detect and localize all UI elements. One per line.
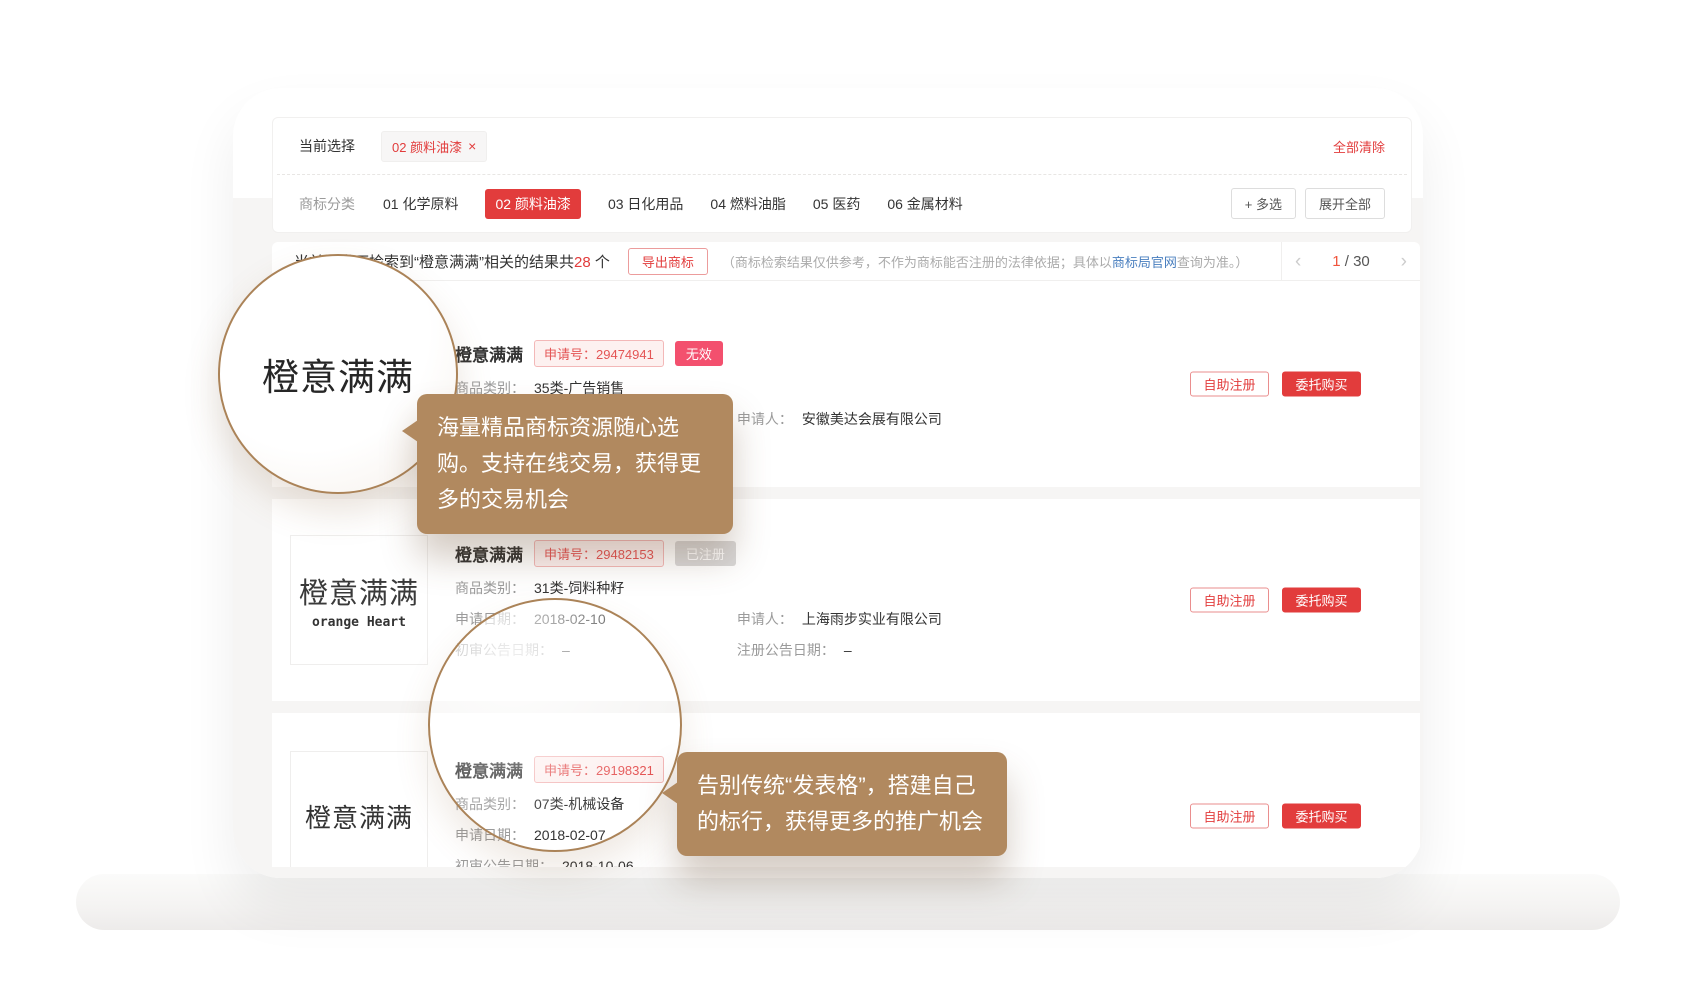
trademark-image-2[interactable]: 橙意满满 orange Heart [290,535,428,665]
current-selection-row: 当前选择 02 颜料油漆 × 全部清除 [273,118,1411,174]
selected-filter-tag[interactable]: 02 颜料油漆 × [381,131,487,162]
current-selection-label: 当前选择 [299,136,355,156]
field-label: 初审公告日期： [455,858,553,867]
disclaimer-text-post: 查询为准。） [1177,255,1249,270]
page: 当前选择 02 颜料油漆 × 全部清除 商标分类 01 化学原料 02 颜料油漆… [0,0,1696,1002]
trademark-image-text: 橙意满满 [299,570,419,612]
trademark-name: 橙意满满 [455,541,523,566]
category-item-03[interactable]: 03 日化用品 [608,194,683,214]
category-item-04[interactable]: 04 燃料油脂 [710,194,785,214]
row-actions-2: 自助注册 委托购买 [1190,588,1361,613]
field-label: 注册公告日期： [737,642,835,658]
application-number-label: 申请号： [544,347,596,362]
field-label: 商品类别： [455,580,525,596]
tooltip-promotion: 告别传统“发表格”，搭建自己的标行，获得更多的推广机会 [677,752,1007,856]
application-number-badge: 申请号：29482153 [534,540,664,567]
category-item-02-selected[interactable]: 02 颜料油漆 [485,189,580,219]
laptop-base [76,874,1620,930]
field-value: 31类-饲料种籽 [534,580,624,596]
trademark-office-link[interactable]: 商标局官网 [1112,255,1177,270]
filter-panel: 当前选择 02 颜料油漆 × 全部清除 商标分类 01 化学原料 02 颜料油漆… [272,117,1412,233]
entrust-purchase-button[interactable]: 委托购买 [1282,372,1361,397]
tooltip-marketplace: 海量精品商标资源随心选购。支持在线交易，获得更多的交易机会 [417,394,733,534]
row-actions-3: 自助注册 委托购买 [1190,804,1361,829]
self-register-button[interactable]: 自助注册 [1190,804,1269,829]
chevron-right-icon[interactable]: › [1401,252,1407,271]
application-number-value: 29482153 [596,547,654,562]
magnified-trademark-text: 橙意满满 [262,347,414,401]
disclaimer-text-pre: （商标检索结果仅供参考，不作为商标能否注册的法律依据；具体以 [722,255,1112,270]
trademark-name: 橙意满满 [455,341,523,366]
results-disclaimer: （商标检索结果仅供参考，不作为商标能否注册的法律依据；具体以商标局官网查询为准。… [722,252,1249,271]
entrust-purchase-button[interactable]: 委托购买 [1282,588,1361,613]
entrust-purchase-button[interactable]: 委托购买 [1282,804,1361,829]
category-item-01[interactable]: 01 化学原料 [383,194,458,214]
expand-all-button[interactable]: 展开全部 [1305,188,1385,219]
total-pages: 30 [1353,253,1370,270]
page-separator: / [1345,253,1349,270]
pagination: ‹ 1 / 30 › [1281,242,1420,280]
field-value: – [844,642,852,658]
trademark-image-text: 橙意满满 [305,798,413,835]
category-item-06[interactable]: 06 金属材料 [887,194,962,214]
trademark-image-subtext: orange Heart [312,615,406,630]
clear-all-link[interactable]: 全部清除 [1333,137,1385,156]
chevron-left-icon[interactable]: ‹ [1295,252,1301,271]
results-count: 28 [574,254,591,271]
application-number-value: 29474941 [596,347,654,362]
export-trademarks-button[interactable]: 导出商标 [628,248,708,275]
application-number-badge: 申请号：29474941 [534,340,664,367]
self-register-button[interactable]: 自助注册 [1190,588,1269,613]
page-indicator: 1 / 30 [1332,253,1370,270]
trademark-image-3[interactable]: 橙意满满 [290,751,428,867]
field-value: 上海雨步实业有限公司 [802,611,942,627]
category-row-label: 商标分类 [299,194,355,214]
current-page: 1 [1332,253,1340,270]
magnifier-circle-2 [428,598,682,852]
category-list: 01 化学原料 02 颜料油漆 03 日化用品 04 燃料油脂 05 医药 06… [383,189,963,219]
close-icon[interactable]: × [468,139,476,153]
results-header: 当前分类下检索到“橙意满满”相关的结果共28 个 导出商标 （商标检索结果仅供参… [272,242,1420,281]
field-label: 申请人： [737,411,793,427]
field-value: 安徽美达会展有限公司 [802,411,942,427]
selected-filter-tag-label: 02 颜料油漆 [392,137,462,156]
field-label: 申请人： [737,611,793,627]
application-number-label: 申请号： [544,547,596,562]
self-register-button[interactable]: 自助注册 [1190,372,1269,397]
results-summary-suffix: 个 [591,254,610,271]
category-row: 商标分类 01 化学原料 02 颜料油漆 03 日化用品 04 燃料油脂 05 … [273,175,1411,232]
category-item-05[interactable]: 05 医药 [813,194,860,214]
row-actions-1: 自助注册 委托购买 [1190,372,1361,397]
status-badge-registered: 已注册 [675,541,736,566]
status-badge-invalid: 无效 [675,341,723,366]
multi-select-button[interactable]: + 多选 [1231,188,1296,219]
category-actions: + 多选 展开全部 [1231,188,1385,219]
field-value: 2018-10-06 [562,858,634,867]
